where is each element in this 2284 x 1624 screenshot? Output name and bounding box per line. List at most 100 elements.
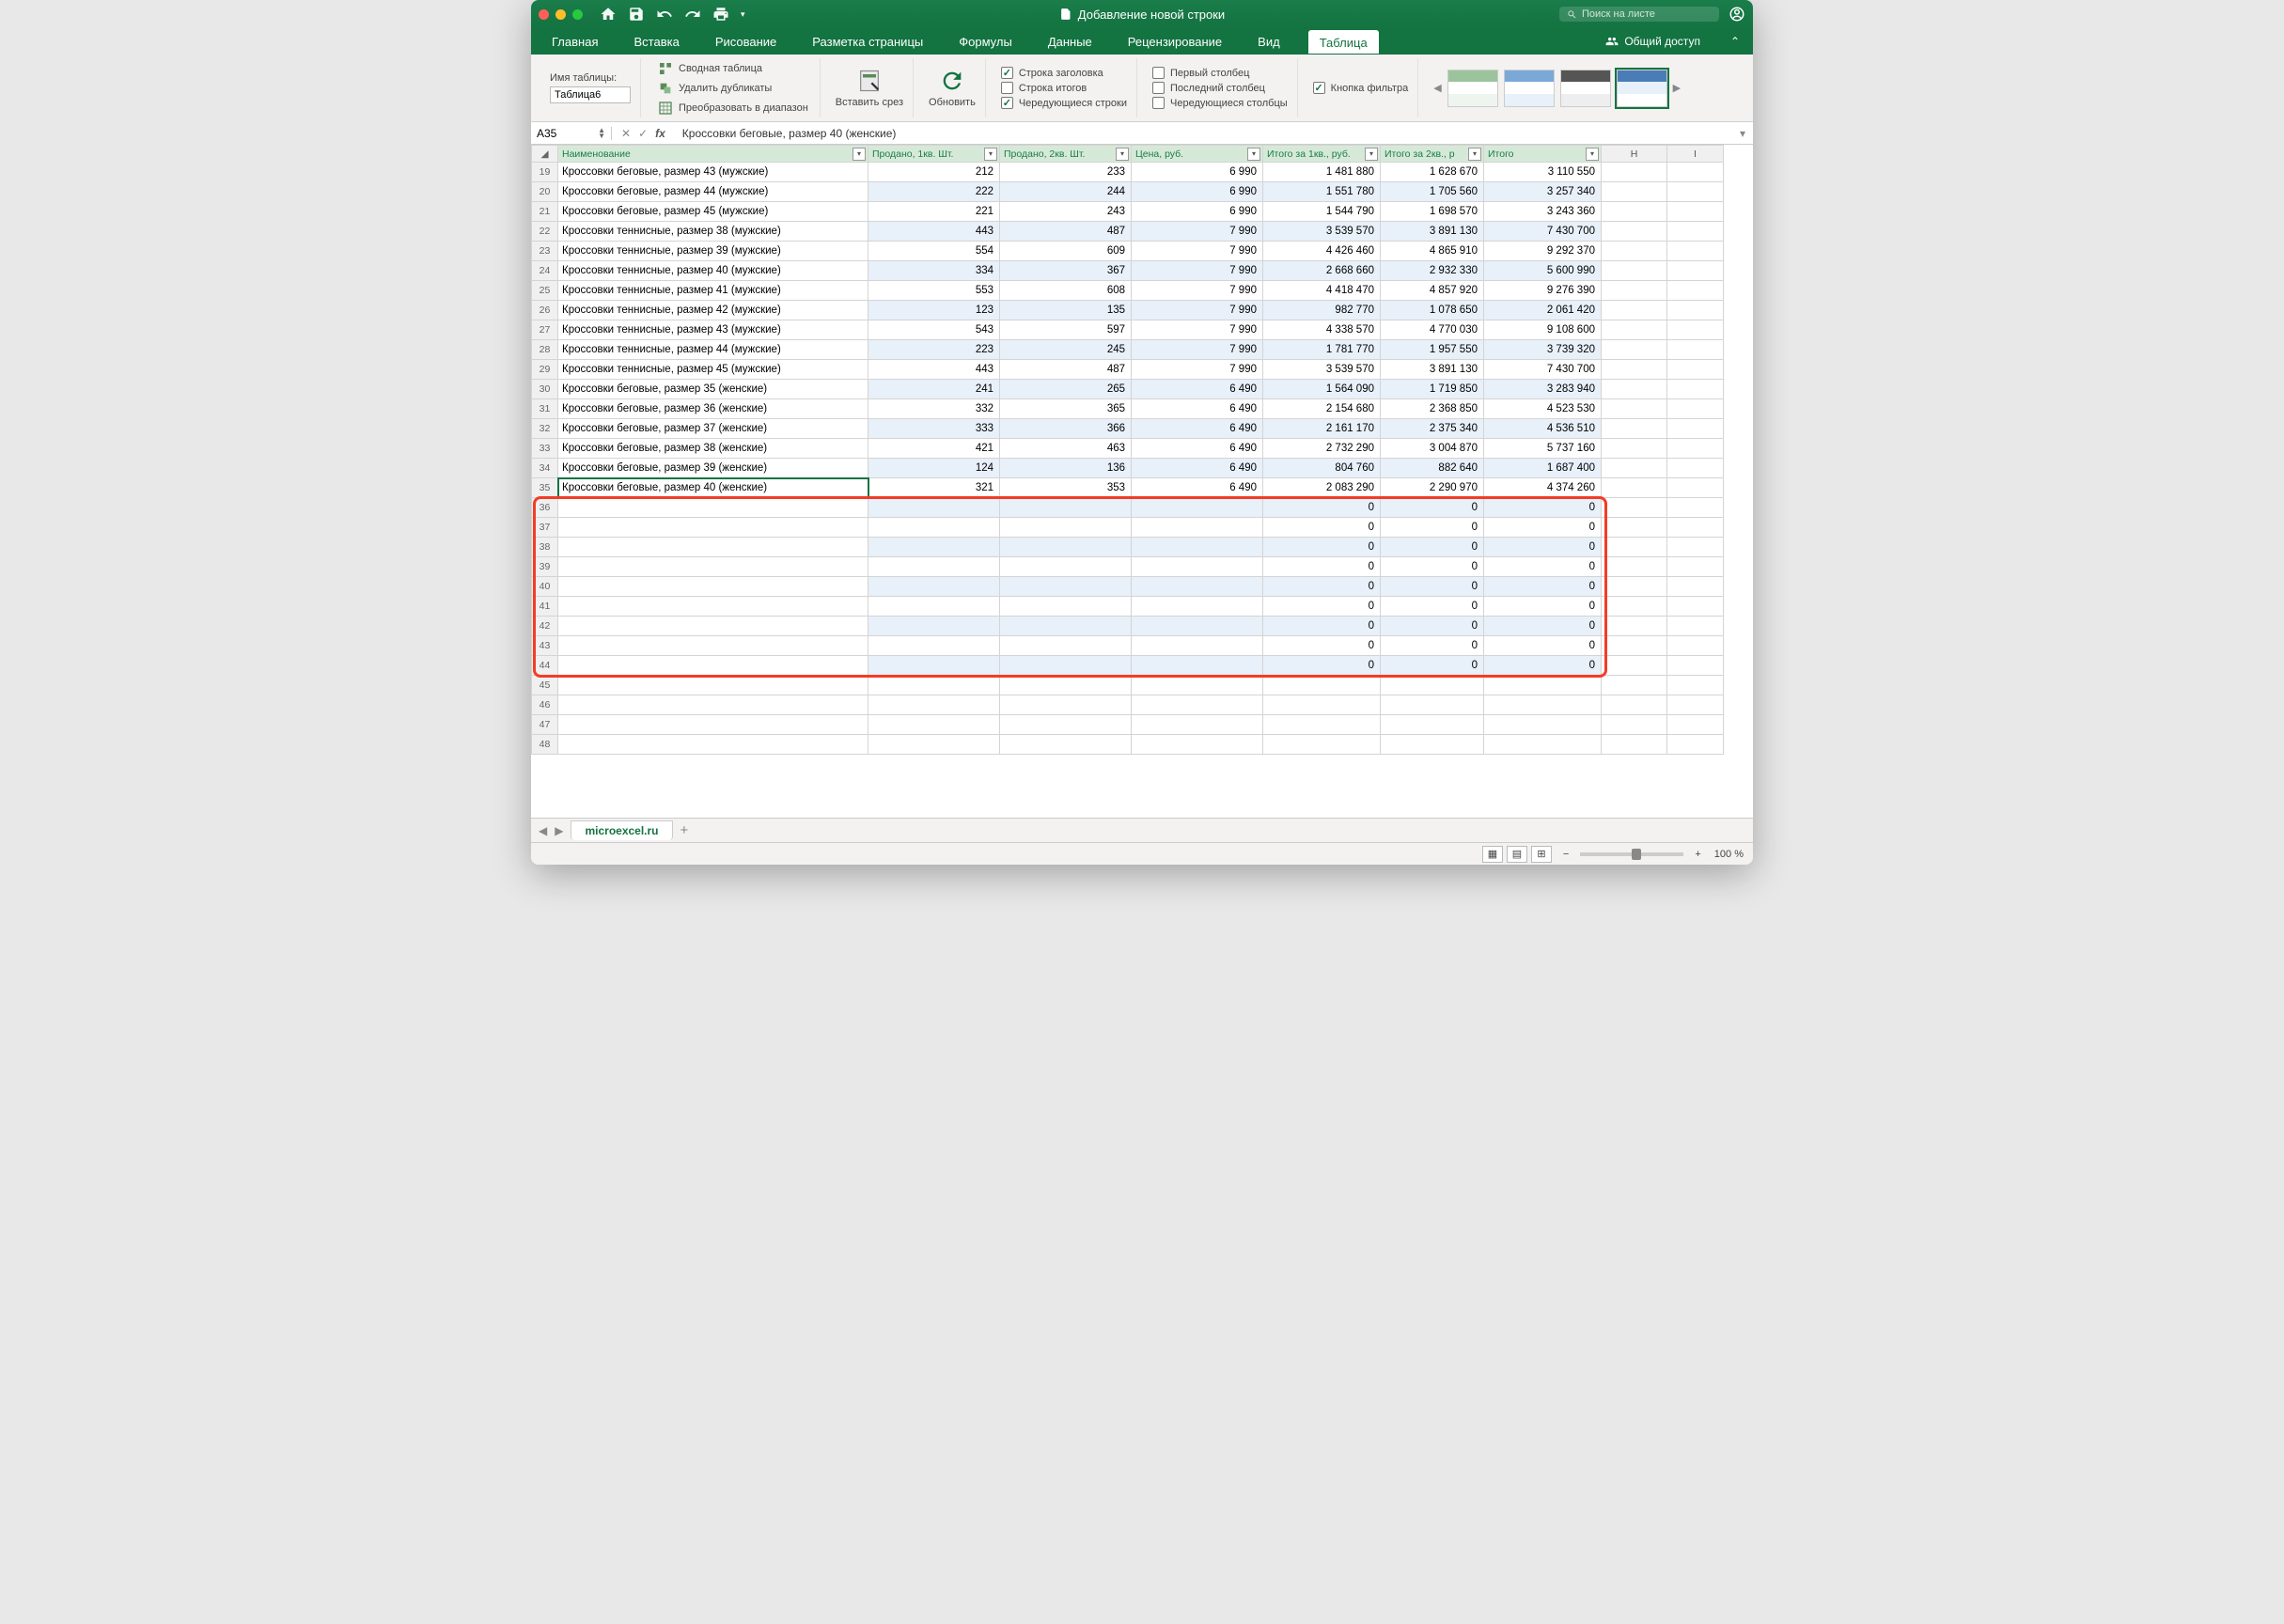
cell[interactable]: 4 857 920 (1381, 281, 1484, 301)
cell[interactable] (1667, 715, 1724, 735)
row-header[interactable]: 47 (532, 715, 558, 735)
row-header[interactable]: 31 (532, 399, 558, 419)
first-column-checkbox[interactable]: Первый столбец (1152, 67, 1288, 79)
row-header[interactable]: 44 (532, 656, 558, 676)
fx-icon[interactable]: fx (655, 127, 665, 140)
cell[interactable]: 0 (1381, 538, 1484, 557)
cell[interactable] (868, 557, 1000, 577)
cell[interactable]: 1 078 650 (1381, 301, 1484, 320)
row-header[interactable]: 25 (532, 281, 558, 301)
filter-icon[interactable]: ▾ (1468, 148, 1481, 161)
cell[interactable] (1602, 498, 1667, 518)
remove-duplicates-button[interactable]: Удалить дубликаты (656, 80, 810, 97)
cell[interactable]: 1 564 090 (1263, 380, 1381, 399)
cell[interactable] (558, 695, 868, 715)
zoom-level[interactable]: 100 % (1714, 849, 1744, 860)
cell[interactable]: 4 374 260 (1484, 478, 1602, 498)
cell[interactable]: 6 490 (1132, 419, 1263, 439)
tab-review[interactable]: Рецензирование (1120, 31, 1229, 53)
cell[interactable]: 265 (1000, 380, 1132, 399)
table-style-1[interactable] (1447, 70, 1498, 107)
cell[interactable] (1602, 577, 1667, 597)
cell[interactable] (868, 636, 1000, 656)
cell[interactable] (1667, 380, 1724, 399)
tab-formulas[interactable]: Формулы (951, 31, 1020, 53)
cell[interactable]: 1 781 770 (1263, 340, 1381, 360)
cell[interactable]: 221 (868, 202, 1000, 222)
cell[interactable]: 6 990 (1132, 182, 1263, 202)
cell[interactable] (1263, 695, 1381, 715)
cell[interactable]: 882 640 (1381, 459, 1484, 478)
cell[interactable] (1132, 498, 1263, 518)
cell[interactable] (868, 656, 1000, 676)
cell[interactable]: 1 719 850 (1381, 380, 1484, 399)
cell[interactable] (1602, 439, 1667, 459)
cell[interactable]: 212 (868, 163, 1000, 182)
row-header[interactable]: 26 (532, 301, 558, 320)
cell[interactable] (1484, 695, 1602, 715)
cell[interactable]: 321 (868, 478, 1000, 498)
cell[interactable] (1667, 597, 1724, 617)
cell[interactable]: 0 (1381, 597, 1484, 617)
cell[interactable] (1602, 222, 1667, 242)
table-name-input[interactable] (550, 86, 631, 103)
filter-icon[interactable]: ▾ (1365, 148, 1378, 161)
cell[interactable]: 0 (1484, 597, 1602, 617)
cell[interactable]: 333 (868, 419, 1000, 439)
row-header[interactable]: 27 (532, 320, 558, 340)
cell[interactable] (1000, 715, 1132, 735)
cell[interactable] (1667, 360, 1724, 380)
cell[interactable]: 487 (1000, 360, 1132, 380)
cell[interactable] (1132, 715, 1263, 735)
cell[interactable]: 2 290 970 (1381, 478, 1484, 498)
cell[interactable]: 487 (1000, 222, 1132, 242)
cell[interactable]: 1 551 780 (1263, 182, 1381, 202)
cell[interactable]: 3 243 360 (1484, 202, 1602, 222)
cell[interactable] (1000, 538, 1132, 557)
zoom-in-button[interactable]: + (1695, 849, 1700, 860)
table-style-2[interactable] (1504, 70, 1555, 107)
select-all-corner[interactable]: ◢ (532, 146, 558, 163)
row-header[interactable]: 20 (532, 182, 558, 202)
cell[interactable] (1263, 676, 1381, 695)
cell[interactable] (1602, 242, 1667, 261)
cell[interactable]: 5 737 160 (1484, 439, 1602, 459)
cell[interactable] (1602, 419, 1667, 439)
cell[interactable]: 7 990 (1132, 301, 1263, 320)
table-style-4-selected[interactable] (1617, 70, 1667, 107)
cell[interactable] (1000, 597, 1132, 617)
cell[interactable]: 123 (868, 301, 1000, 320)
cell[interactable]: 0 (1381, 518, 1484, 538)
cell[interactable] (1667, 459, 1724, 478)
tab-data[interactable]: Данные (1040, 31, 1100, 53)
cell[interactable]: 2 161 170 (1263, 419, 1381, 439)
cell[interactable]: 332 (868, 399, 1000, 419)
cell[interactable]: 2 375 340 (1381, 419, 1484, 439)
cell[interactable] (1667, 557, 1724, 577)
cell[interactable] (558, 617, 868, 636)
cell[interactable] (1667, 182, 1724, 202)
cell[interactable]: 7 430 700 (1484, 360, 1602, 380)
cell[interactable]: 554 (868, 242, 1000, 261)
minimize-window-button[interactable] (555, 9, 566, 20)
tab-insert[interactable]: Вставка (626, 31, 686, 53)
cell[interactable]: Кроссовки теннисные, размер 38 (мужские) (558, 222, 868, 242)
cell[interactable]: 9 292 370 (1484, 242, 1602, 261)
cell[interactable]: Кроссовки беговые, размер 35 (женские) (558, 380, 868, 399)
cell[interactable]: Кроссовки беговые, размер 45 (мужские) (558, 202, 868, 222)
worksheet-grid[interactable]: ◢ Наименование▾ Продано, 1кв. Шт.▾ Прода… (531, 145, 1753, 818)
total-row-checkbox[interactable]: Строка итогов (1001, 82, 1127, 94)
cancel-formula-icon[interactable]: ✕ (621, 127, 631, 140)
cell[interactable]: 3 891 130 (1381, 222, 1484, 242)
cell[interactable]: 222 (868, 182, 1000, 202)
share-button[interactable]: Общий доступ (1605, 35, 1700, 48)
cell[interactable]: 443 (868, 222, 1000, 242)
cell[interactable]: 4 536 510 (1484, 419, 1602, 439)
insert-slicer-button[interactable]: Вставить срез (836, 68, 903, 108)
close-window-button[interactable] (539, 9, 549, 20)
cell[interactable] (1000, 557, 1132, 577)
cell[interactable]: 223 (868, 340, 1000, 360)
cell[interactable] (1602, 380, 1667, 399)
cell[interactable] (558, 676, 868, 695)
cell[interactable] (868, 735, 1000, 755)
